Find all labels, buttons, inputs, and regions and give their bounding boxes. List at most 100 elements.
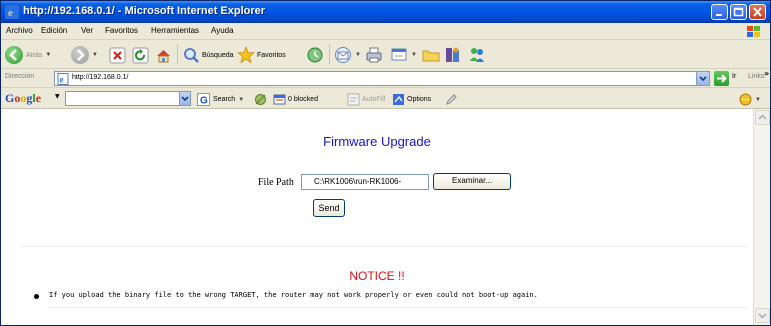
history-button[interactable] [306, 45, 324, 65]
title-bar: e http://192.168.0.1/ - Microsoft Intern… [1, 1, 770, 23]
search-dropdown-icon[interactable]: ▼ [238, 97, 244, 103]
translate-icon [739, 93, 752, 106]
back-label: Atrás [26, 51, 43, 59]
windows-logo-icon [747, 26, 760, 37]
page-viewport: Firmware Upgrade File Path C:\RK1006\run… [1, 109, 770, 325]
close-button[interactable] [749, 4, 766, 20]
go-arrow-icon [717, 74, 727, 83]
scroll-up-button[interactable] [755, 110, 770, 125]
page-title: Firmware Upgrade [323, 134, 431, 149]
bullet-icon [34, 294, 39, 299]
google-search-label: Search [213, 96, 236, 103]
back-dropdown-icon[interactable]: ▼ [45, 52, 51, 58]
google-menu-dropdown-icon[interactable]: ▼ [55, 93, 60, 100]
ie-logo-icon: e [5, 5, 19, 19]
mail-button[interactable]: ▼ [334, 45, 361, 65]
options-icon [393, 94, 404, 105]
print-icon [366, 47, 382, 63]
svg-text:G: G [200, 96, 208, 107]
google-search-button[interactable]: G Search ▼ [197, 93, 244, 106]
options-button[interactable]: Options [392, 93, 431, 106]
go-label[interactable]: Ir [732, 73, 736, 80]
favorites-button[interactable]: Favoritos [237, 45, 286, 65]
menu-ayuda[interactable]: Ayuda [211, 26, 234, 35]
notice-title: NOTICE !! [349, 269, 405, 283]
links-more-icon[interactable]: » [764, 69, 769, 78]
send-button[interactable]: Send [313, 199, 345, 217]
messenger-button[interactable] [468, 45, 486, 65]
autofill-label: AutoFill [362, 96, 386, 103]
toolbar-separator [177, 44, 178, 64]
links-label[interactable]: Links [748, 73, 764, 80]
options-label: Options [407, 96, 432, 103]
google-logo[interactable]: Google [5, 91, 41, 106]
messenger-icon [470, 48, 484, 62]
menu-archivo[interactable]: Archivo [6, 26, 33, 35]
forward-arrow-icon [71, 46, 89, 64]
autofill-icon [347, 93, 360, 106]
edit-button[interactable]: ▼ [390, 45, 417, 65]
forward-button[interactable]: ▼ [71, 45, 98, 65]
blocked-count-label: 0 blocked [288, 96, 318, 103]
extra-dropdown-icon[interactable]: ▼ [755, 97, 761, 103]
menu-edicion[interactable]: Edición [41, 26, 67, 35]
page-icon: e [57, 73, 69, 85]
menu-herramientas[interactable]: Herramientas [151, 26, 199, 35]
notice-text: If you upload the binary file to the wro… [49, 291, 538, 299]
refresh-icon [132, 47, 149, 63]
mail-dropdown-icon[interactable]: ▼ [355, 52, 361, 58]
address-input[interactable]: e http://192.168.0.1/ [54, 71, 710, 86]
discuss-button[interactable] [422, 45, 440, 65]
chevron-up-icon [758, 114, 767, 120]
pagerank-button[interactable] [254, 93, 267, 106]
google-search-input[interactable] [65, 91, 189, 106]
standard-toolbar: Atrás ▼ ▼ Búsqueda Favoritos ▼ ▼ [1, 40, 770, 69]
browse-button[interactable]: Examinar... [433, 173, 511, 190]
address-label: Dirección [5, 73, 35, 80]
back-arrow-icon [5, 46, 23, 64]
mail-icon [335, 47, 351, 63]
divider [19, 246, 749, 247]
browser-window: e http://192.168.0.1/ - Microsoft Intern… [0, 0, 771, 326]
google-toolbar: Google ▼ G Search ▼ 0 blocked AutoFill O… [1, 88, 770, 109]
maximize-button[interactable] [730, 4, 747, 20]
chevron-down-icon [758, 313, 767, 319]
chevron-down-icon [699, 76, 707, 82]
home-icon [157, 49, 170, 62]
minimize-icon [716, 14, 722, 16]
stop-button[interactable] [109, 45, 126, 65]
pencil-icon [446, 94, 457, 105]
google-search-dropdown[interactable] [179, 91, 191, 106]
refresh-button[interactable] [132, 45, 149, 65]
research-icon [446, 47, 459, 62]
address-url: http://192.168.0.1/ [72, 74, 129, 81]
search-label: Búsqueda [202, 51, 234, 59]
go-button[interactable] [714, 71, 729, 86]
favorites-star-icon [237, 46, 255, 64]
autofill-button[interactable]: AutoFill [347, 93, 385, 106]
scroll-down-button[interactable] [755, 308, 770, 323]
pagerank-icon [255, 94, 266, 105]
home-button[interactable] [155, 45, 172, 65]
minimize-button[interactable] [711, 4, 728, 20]
menu-ver[interactable]: Ver [81, 26, 93, 35]
print-button[interactable] [365, 45, 383, 65]
back-button[interactable]: Atrás ▼ [5, 45, 51, 65]
address-dropdown-button[interactable] [696, 71, 710, 86]
svg-text:e: e [60, 75, 64, 85]
search-icon [184, 48, 199, 63]
search-button[interactable]: Búsqueda [182, 45, 234, 65]
divider [49, 307, 749, 308]
edit-dropdown-icon[interactable]: ▼ [411, 52, 417, 58]
menu-bar: Archivo Edición Ver Favoritos Herramient… [1, 23, 770, 40]
highlight-button[interactable] [445, 93, 458, 106]
forward-dropdown-icon[interactable]: ▼ [92, 52, 98, 58]
popup-blocker-button[interactable]: 0 blocked [273, 93, 318, 106]
google-extra-button[interactable]: ▼ [739, 93, 761, 106]
menu-favoritos[interactable]: Favoritos [105, 26, 138, 35]
vertical-scrollbar[interactable] [753, 109, 770, 325]
svg-text:e: e [8, 7, 13, 19]
research-button[interactable] [444, 45, 462, 65]
file-path-input[interactable]: C:\RK1006\run-RK1006- [301, 174, 429, 190]
folder-icon [422, 50, 440, 62]
